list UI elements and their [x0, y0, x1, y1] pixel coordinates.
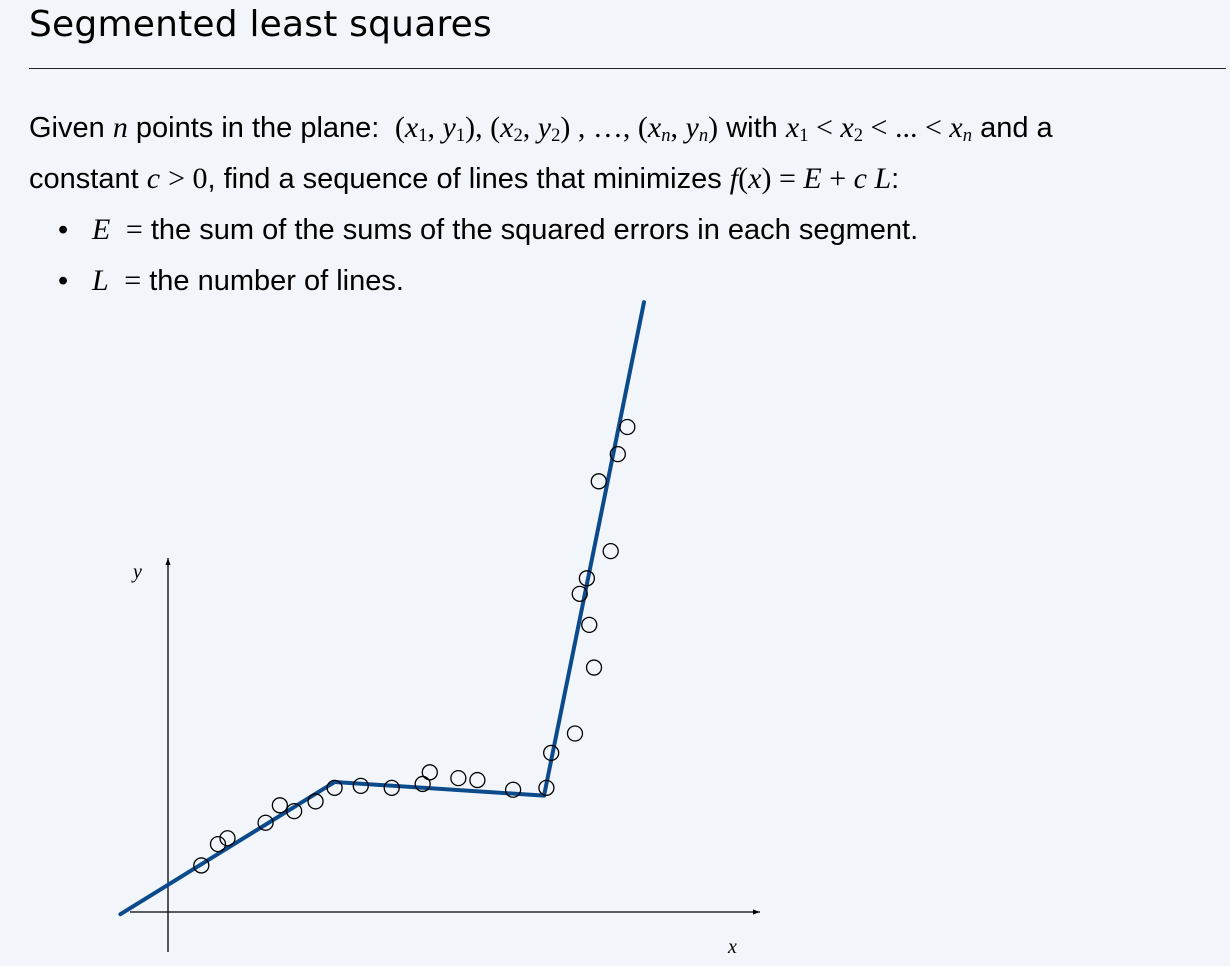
fitted-lines: [118, 300, 646, 917]
data-point: [307, 793, 324, 810]
data-point: [450, 769, 467, 787]
segmented-regression-diagram: y x: [118, 300, 760, 958]
data-point: [421, 764, 438, 781]
data-point: [619, 418, 636, 436]
data-point: [469, 771, 486, 789]
data-point: [585, 659, 603, 676]
data-point: [566, 725, 584, 742]
fit-segment: [542, 300, 646, 798]
data-points: [193, 418, 636, 874]
x-axis-label: x: [727, 936, 737, 958]
fit-segment: [118, 780, 337, 917]
y-axis-label: y: [131, 561, 142, 583]
data-point: [271, 797, 289, 814]
data-point: [581, 616, 598, 634]
data-point: [602, 543, 619, 560]
data-point: [590, 473, 607, 490]
fit-segment: [332, 780, 547, 798]
